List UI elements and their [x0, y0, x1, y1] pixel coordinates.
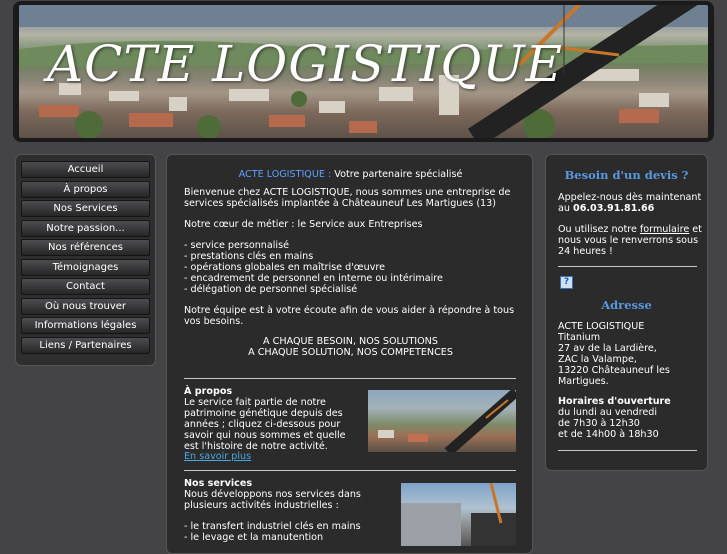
quote-title: Besoin d'un devis ? [564, 168, 689, 182]
intro-tagline: Votre partenaire spécialisé [334, 169, 463, 180]
services-list-item: - le levage et la manutention [184, 532, 324, 543]
phone-number: 06.03.91.81.66 [573, 203, 655, 214]
address-line: Martigues. [558, 376, 609, 387]
nav-item-contact[interactable]: Contact [21, 278, 150, 295]
welcome-text-2: services spécialisés implantée à Château… [184, 198, 497, 209]
header-banner: ACTE LOGISTIQUE [13, 1, 714, 142]
divider [184, 378, 516, 379]
nav-item-nos-references[interactable]: Nos références [21, 239, 150, 256]
nav-item-ou-nous-trouver[interactable]: Où nous trouver [21, 297, 150, 315]
team-text-2: vos besoins. [184, 316, 244, 327]
divider [558, 450, 697, 451]
divider [558, 266, 697, 267]
list-item: - délégation de personnel spécialisé [184, 284, 358, 295]
form-prefix: Ou utilisez notre [558, 224, 637, 235]
contact-sidebar: Besoin d'un devis ? Appelez-nous dès mai… [545, 154, 708, 471]
nav-item-informations-legales[interactable]: Informations légales [21, 317, 150, 334]
nav-item-accueil[interactable]: Accueil [21, 161, 150, 178]
slogan-line-2: A CHAQUE SOLUTION, NOS COMPETENCES [248, 347, 453, 358]
services-text-line: plusieurs activités industrielles : [184, 500, 339, 511]
nav-item-temoignages[interactable]: Témoignages [21, 258, 150, 276]
quote-form-link[interactable]: formulaire [640, 224, 689, 235]
hours-line: et de 14h00 à 18h30 [558, 429, 659, 440]
intro-line: ACTE LOGISTIQUE : Votre partenaire spéci… [167, 169, 534, 181]
help-icon[interactable]: ? [560, 276, 573, 289]
nav-item-a-propos[interactable]: À propos [21, 180, 150, 198]
site-title: ACTE LOGISTIQUE [47, 35, 563, 93]
form-suffix: et [692, 224, 702, 235]
banner-photo: ACTE LOGISTIQUE [19, 5, 708, 138]
nav-item-notre-passion[interactable]: Notre passion... [21, 219, 150, 237]
call-prefix: au [558, 203, 570, 214]
main-content: ACTE LOGISTIQUE : Votre partenaire spéci… [166, 154, 533, 554]
address-title: Adresse [601, 298, 652, 312]
main-navigation: Accueil À propos Nos Services Notre pass… [15, 154, 156, 366]
about-photo [368, 390, 516, 452]
nav-item-liens-partenaires[interactable]: Liens / Partenaires [21, 336, 150, 354]
intro-brand: ACTE LOGISTIQUE : [238, 169, 332, 180]
about-read-more-link[interactable]: En savoir plus [184, 451, 251, 463]
core-business-text: Notre cœur de métier : le Service aux En… [184, 219, 423, 230]
call-text-2: au 06.03.91.81.66 [558, 203, 655, 215]
divider [184, 470, 516, 471]
reply-text-2: 24 heures ! [558, 246, 613, 257]
services-photo [401, 483, 516, 546]
nav-item-nos-services[interactable]: Nos Services [21, 200, 150, 217]
